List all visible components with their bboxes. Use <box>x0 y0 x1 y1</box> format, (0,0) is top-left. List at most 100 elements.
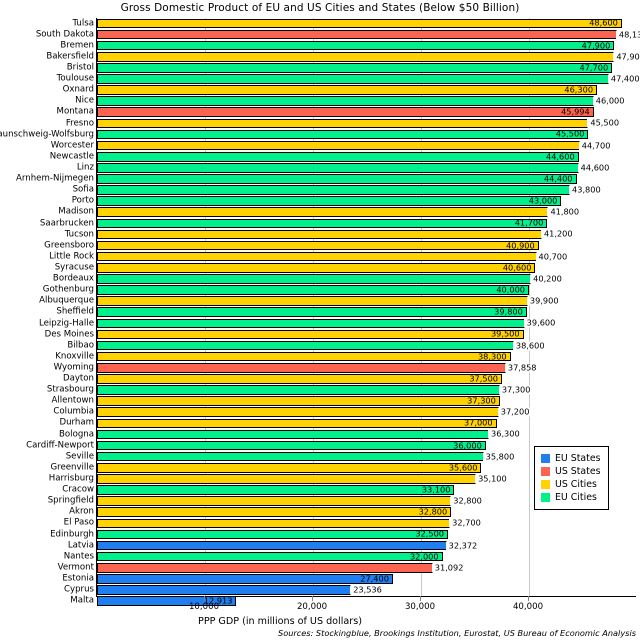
bar-row: Bordeaux 40,200 <box>53 274 636 285</box>
bar[interactable]: 40,000 <box>97 285 529 295</box>
bar[interactable]: 45,500 <box>97 118 623 129</box>
bar[interactable]: 39,500 <box>97 329 524 340</box>
bar[interactable]: 41,700 <box>97 218 548 229</box>
bar-row: Bologna 36,300 <box>59 429 636 440</box>
bar-value-label: 37,858 <box>504 363 540 373</box>
bar-value-label: 36,000 <box>453 440 482 451</box>
bar-value-label: 38,300 <box>477 351 507 362</box>
legend-item[interactable]: EU Cities <box>541 491 601 504</box>
bar[interactable]: 37,300 <box>97 396 500 406</box>
bar[interactable]: 31,092 <box>97 563 467 573</box>
bar-value-label: 40,200 <box>530 274 565 284</box>
category-label: Malta <box>70 595 94 606</box>
bar-value-label: 40,900 <box>506 240 535 251</box>
bar[interactable]: 32,800 <box>97 507 452 517</box>
bar[interactable]: 27,400 <box>97 574 393 584</box>
bar-row: Wyoming 37,858 <box>54 362 636 373</box>
bar[interactable]: 36,300 <box>97 429 523 440</box>
bar[interactable]: 32,000 <box>97 552 443 562</box>
bar-value-label: 47,900 <box>613 52 640 62</box>
category-label: Columbia <box>53 406 94 417</box>
bar[interactable]: 36,000 <box>97 441 486 451</box>
bar[interactable]: 47,400 <box>97 74 640 84</box>
bar[interactable]: 35,600 <box>97 462 482 473</box>
category-label: Harrisburg <box>48 473 94 484</box>
bar[interactable]: 35,100 <box>97 474 510 484</box>
bar[interactable]: 38,600 <box>97 341 548 351</box>
category-label: Oxnard <box>62 84 94 95</box>
bar[interactable]: 32,372 <box>97 541 481 551</box>
bar-row: Little Rock 40,700 <box>49 251 636 262</box>
bar[interactable]: 48,139 <box>97 30 640 40</box>
bar-row: Allentown 37,300 <box>52 396 636 407</box>
bar-value-label: 47,900 <box>581 40 611 51</box>
bar[interactable]: 37,858 <box>97 363 540 373</box>
bar[interactable]: 37,000 <box>97 418 497 429</box>
bar-value-label: 45,994 <box>561 106 590 117</box>
category-label: Bremen <box>60 40 94 51</box>
bar[interactable]: 46,300 <box>97 85 598 95</box>
category-label: Wyoming <box>53 362 94 373</box>
bar[interactable]: 41,200 <box>97 229 576 240</box>
bar[interactable]: 47,900 <box>97 40 615 51</box>
bar[interactable]: 48,600 <box>97 18 622 29</box>
category-label: Cracow <box>62 484 94 495</box>
bar[interactable]: 37,300 <box>97 385 534 395</box>
bar[interactable]: 33,100 <box>97 485 455 495</box>
category-label: Arnhem-Nijmegen <box>16 173 94 184</box>
bar-value-label: 47,400 <box>607 74 640 84</box>
bar[interactable]: 44,700 <box>97 141 614 151</box>
category-label: Seville <box>65 451 94 462</box>
bar[interactable]: 32,500 <box>97 529 448 540</box>
bar[interactable]: 32,800 <box>97 496 485 506</box>
bar[interactable]: 47,900 <box>97 52 640 62</box>
bar-row: Oxnard 46,300 <box>63 85 636 96</box>
bar-row: Newcastle 44,600 <box>50 151 636 162</box>
bar[interactable]: 38,300 <box>97 352 511 362</box>
bar[interactable]: 44,400 <box>97 174 577 184</box>
bar[interactable]: 46,000 <box>97 96 628 106</box>
bar-value-label: 41,200 <box>540 229 576 239</box>
category-label: Linz <box>76 162 94 173</box>
bar[interactable]: 32,700 <box>97 518 484 529</box>
bar[interactable]: 40,200 <box>97 274 565 284</box>
bar-value-label: 43,000 <box>528 195 558 206</box>
bar-row: Columbia 37,200 <box>53 407 636 418</box>
legend-item[interactable]: US Cities <box>541 478 601 491</box>
bar[interactable]: 40,700 <box>97 252 571 262</box>
category-label: Toulouse <box>56 73 94 84</box>
bar[interactable]: 39,800 <box>97 306 527 318</box>
bar-row: Arnhem-Nijmegen 44,400 <box>16 174 636 185</box>
bar[interactable]: 40,900 <box>97 241 539 251</box>
bar-value-label: 39,800 <box>494 306 523 317</box>
bar[interactable]: 43,800 <box>97 185 604 195</box>
category-label: Allentown <box>51 395 95 406</box>
bar[interactable]: 35,800 <box>97 452 518 462</box>
bar-value-label: 40,000 <box>496 284 525 295</box>
legend-item[interactable]: EU States <box>541 452 601 465</box>
bar[interactable]: 45,500 <box>97 129 589 140</box>
legend-label: US States <box>555 466 601 477</box>
bar[interactable]: 39,600 <box>97 318 559 329</box>
bar-row: Dayton 37,500 <box>63 374 636 385</box>
bar[interactable]: 40,600 <box>97 263 536 273</box>
bar-row: Worcester 44,700 <box>51 140 636 151</box>
bar[interactable]: 23,536 <box>97 585 385 595</box>
bar[interactable]: 45,994 <box>97 106 594 118</box>
bar[interactable]: 47,700 <box>97 63 613 73</box>
bar[interactable]: 44,600 <box>97 163 613 173</box>
legend-item[interactable]: US States <box>541 465 601 478</box>
bar-value-label: 44,400 <box>543 173 573 184</box>
bar-value-label: 37,200 <box>497 407 533 417</box>
bar[interactable]: 37,500 <box>97 374 502 384</box>
bar-row: Edinburgh 32,500 <box>50 529 636 540</box>
legend-label: US Cities <box>555 479 597 490</box>
bar-value-label: 35,600 <box>448 462 478 473</box>
bar[interactable]: 44,600 <box>97 152 579 162</box>
bar[interactable]: 41,800 <box>97 207 583 218</box>
bar-value-label: 37,500 <box>469 373 498 384</box>
bar[interactable]: 37,200 <box>97 407 533 418</box>
bar[interactable]: 43,000 <box>97 195 562 206</box>
bar[interactable]: 39,900 <box>97 296 562 306</box>
bar-value-label: 32,372 <box>445 541 481 551</box>
